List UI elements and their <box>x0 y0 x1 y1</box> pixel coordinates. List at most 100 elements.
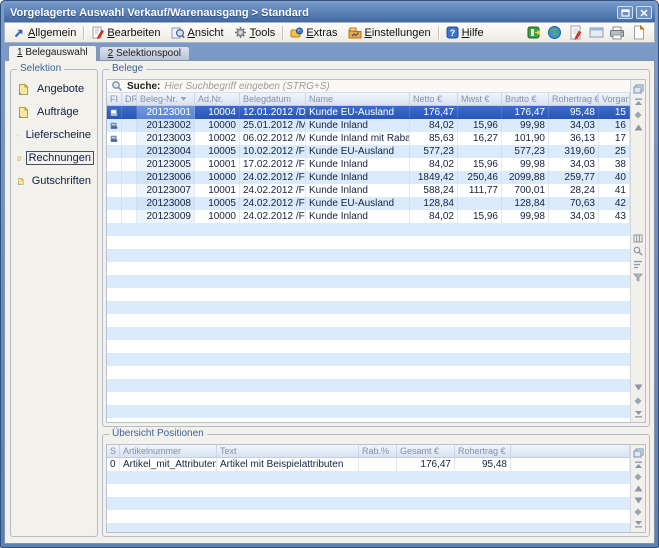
menu-ansicht[interactable]: Ansicht <box>166 25 229 40</box>
grid-cell-netto: 588,24 <box>410 184 458 197</box>
triangle-up-icon <box>634 124 643 131</box>
restore-button[interactable] <box>617 6 633 19</box>
search-input[interactable] <box>164 81 626 92</box>
menu-bearbeiten[interactable]: Bearbeiten <box>86 25 165 40</box>
grid-cell-netto: 84,02 <box>410 210 458 223</box>
web-button[interactable] <box>546 25 562 41</box>
table-row[interactable]: 20123005 10001 17.02.2012 /Fr Kunde Inla… <box>107 158 630 171</box>
menu-separator <box>438 26 439 40</box>
column-header-vorgang[interactable]: Vorgang <box>599 93 630 105</box>
column-header-belegnr[interactable]: Beleg-Nr. <box>137 93 195 105</box>
column-header-rohertrag[interactable]: Rohertrag € <box>455 445 511 457</box>
table-row[interactable]: 20123002 10000 25.01.2012 /Mi Kunde Inla… <box>107 119 630 132</box>
nav-prev-button[interactable] <box>632 484 644 494</box>
table-row[interactable]: 0 Artikel_mit_Attributen Artikel mit Bei… <box>107 458 630 471</box>
grid-cell-adnr: 10005 <box>195 145 240 158</box>
empty-stripe-row <box>107 392 630 405</box>
sort-button[interactable] <box>632 259 644 270</box>
tab-selektionspool[interactable]: 2 Selektionspool <box>99 46 190 60</box>
report-button[interactable] <box>567 25 583 41</box>
triangle-down-icon <box>634 497 643 504</box>
nav-first-button[interactable] <box>632 96 644 107</box>
column-header-belegdatum[interactable]: Belegdatum <box>240 93 306 105</box>
groupbox-title: Belege <box>109 63 146 74</box>
column-header-mwst[interactable]: Mwst € <box>458 93 502 105</box>
column-header-gesamt[interactable]: Gesamt € <box>397 445 455 457</box>
column-header-adnr[interactable]: Ad.Nr. <box>195 93 240 105</box>
new-document-button[interactable] <box>630 25 646 41</box>
column-chooser-button[interactable] <box>632 448 644 458</box>
empty-stripe-row <box>107 353 630 366</box>
column-header-rohertrag[interactable]: Rohertrag € <box>549 93 599 105</box>
column-header-s[interactable]: S <box>107 445 120 457</box>
table-row[interactable]: 20123009 10000 24.02.2012 /Fr Kunde Inla… <box>107 210 630 223</box>
filter-button[interactable] <box>632 272 644 283</box>
table-row[interactable]: 20123008 10005 24.02.2012 /Fr Kunde EU-A… <box>107 197 630 210</box>
zoom-button[interactable] <box>632 246 644 257</box>
grid-cell-fi <box>107 106 122 119</box>
tab-belegauswahl[interactable]: 1 Belegauswahl <box>8 45 97 61</box>
column-header-fi[interactable]: FI <box>107 93 122 105</box>
menu-hilfe[interactable]: ? Hilfe <box>441 25 489 40</box>
nav-down-marker-button[interactable] <box>632 395 644 406</box>
grid-cell-adnr: 10005 <box>195 197 240 210</box>
selektion-list: Angebote Aufträge Lieferscheine Rechnung… <box>17 82 94 188</box>
column-header-rab[interactable]: Rab.% <box>359 445 397 457</box>
nav-last-button[interactable] <box>632 408 644 419</box>
grid-cell-mwst: 15,96 <box>458 158 502 171</box>
table-row[interactable]: 20123007 10001 24.02.2012 /Fr Kunde Inla… <box>107 184 630 197</box>
table-row[interactable]: 20123006 10000 24.02.2012 /Fr Kunde Inla… <box>107 171 630 184</box>
grid-cell-adnr: 10001 <box>195 184 240 197</box>
grid-options-button[interactable] <box>632 233 644 244</box>
nav-down-marker-button[interactable] <box>632 507 644 517</box>
grid-cell-netto: 176,47 <box>410 106 458 119</box>
table-row[interactable]: 20123001 10004 12.01.2012 /Do Kunde EU-A… <box>107 106 630 119</box>
table-row[interactable]: 20123004 10005 10.02.2012 /Fr Kunde EU-A… <box>107 145 630 158</box>
sidebar-item-rechnungen[interactable]: Rechnungen <box>17 151 94 165</box>
title-bar[interactable]: Vorgelagerte Auswahl Verkauf/Warenausgan… <box>4 3 655 22</box>
column-header-brutto[interactable]: Brutto € <box>502 93 549 105</box>
grid-cell-mwst: 250,46 <box>458 171 502 184</box>
sort-lines-icon <box>633 260 643 269</box>
document-pen-icon <box>569 25 582 40</box>
menu-allgemein[interactable]: Allgemein <box>8 26 81 40</box>
nav-last-button[interactable] <box>632 519 644 529</box>
menu-einstellungen[interactable]: Einstellungen <box>343 26 436 40</box>
window-title: Vorgelagerte Auswahl Verkauf/Warenausgan… <box>10 7 309 19</box>
nav-next-button[interactable] <box>632 382 644 393</box>
sidebar-item-aufträge[interactable]: Aufträge <box>17 105 94 119</box>
positionen-row-area: 0 Artikel_mit_Attributen Artikel mit Bei… <box>107 458 630 532</box>
column-header-dr[interactable]: DR <box>122 93 137 105</box>
nav-prev-button[interactable] <box>632 122 644 133</box>
sidebar-item-angebote[interactable]: Angebote <box>17 82 94 96</box>
grid-cell-name: Kunde Inland <box>306 171 410 184</box>
triangle-down-bar-icon <box>634 520 643 528</box>
grid-cell-brutto: 700,01 <box>502 184 549 197</box>
sidebar-item-gutschriften[interactable]: Gutschriften <box>17 174 94 188</box>
nav-up-marker-button[interactable] <box>632 472 644 482</box>
column-header-text[interactable]: Text <box>217 445 359 457</box>
table-row[interactable]: 20123003 10002 06.02.2012 /Mo Kunde Inla… <box>107 132 630 145</box>
grid-cell-fi <box>107 197 122 210</box>
column-header-netto[interactable]: Netto € <box>410 93 458 105</box>
column-chooser-button[interactable] <box>632 83 644 94</box>
close-button[interactable] <box>636 6 652 19</box>
menu-tools[interactable]: Tools <box>229 25 281 40</box>
exit-button[interactable] <box>525 25 541 41</box>
sort-indicator-icon <box>180 96 187 102</box>
grid-cell-adnr: 10000 <box>195 119 240 132</box>
menu-bar: Allgemein Bearbeiten Ansicht <box>4 22 655 43</box>
grid-cell-rab <box>359 458 397 471</box>
nav-up-marker-button[interactable] <box>632 109 644 120</box>
document-folder-icon <box>17 83 30 96</box>
extras-box-icon <box>290 26 303 39</box>
menu-extras[interactable]: Extras <box>285 25 342 40</box>
window-button[interactable] <box>588 25 604 41</box>
sidebar-item-lieferscheine[interactable]: Lieferscheine <box>17 128 94 142</box>
column-header-artikelnummer[interactable]: Artikelnummer <box>120 445 217 457</box>
print-button[interactable] <box>609 25 625 41</box>
column-header-name[interactable]: Name <box>306 93 410 105</box>
grid-cell-adnr: 10001 <box>195 158 240 171</box>
nav-first-button[interactable] <box>632 460 644 470</box>
nav-next-button[interactable] <box>632 495 644 505</box>
